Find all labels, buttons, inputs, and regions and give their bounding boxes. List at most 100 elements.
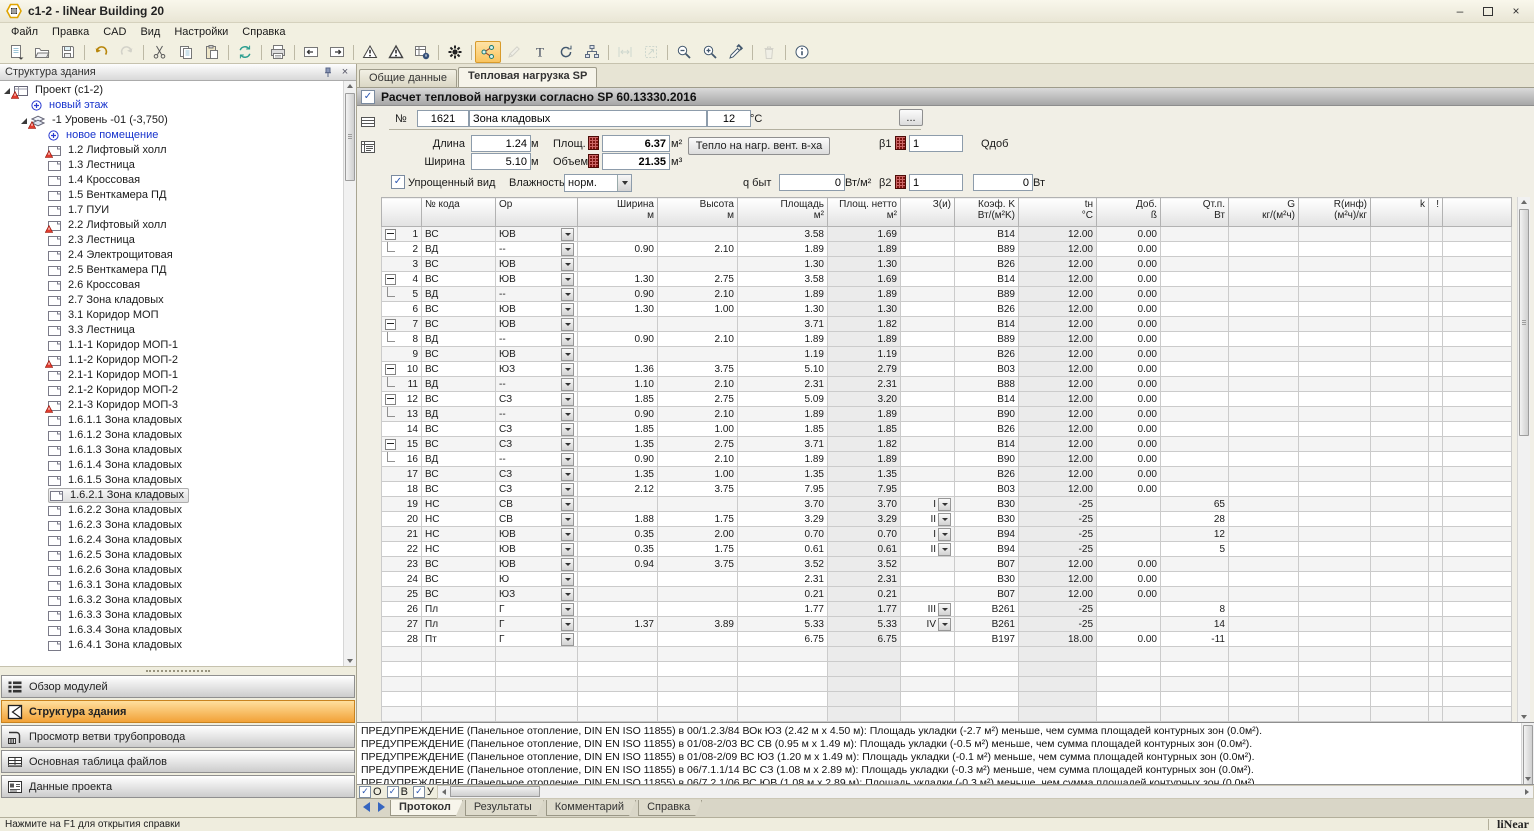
row-number-cell[interactable]: 15 — [382, 437, 422, 452]
table-row[interactable]: 27ПлГ1.373.895.335.33IVB261-2514 — [382, 617, 1512, 632]
value-cell[interactable]: B261 — [955, 617, 1019, 632]
tree-item-room[interactable]: 3.3 Лестница — [0, 323, 344, 338]
orientation-cell[interactable]: ЮВ — [496, 542, 578, 557]
value-cell[interactable]: B30 — [955, 497, 1019, 512]
row-number-cell[interactable]: 13 — [382, 407, 422, 422]
tree-item-room[interactable]: 1.6.1.1 Зона кладовых — [0, 413, 344, 428]
table-row[interactable]: 9ВСЮВ1.191.19B2612.000.00 — [382, 347, 1512, 362]
value-cell[interactable]: 2.75 — [658, 437, 738, 452]
tree-item-room[interactable]: 1.6.2.1 Зона кладовых — [0, 488, 344, 503]
collapse-row-icon[interactable] — [385, 439, 396, 450]
maximize-button[interactable] — [1480, 4, 1496, 18]
value-cell[interactable]: 0.00 — [1097, 452, 1161, 467]
log-scrollbar[interactable] — [1521, 723, 1534, 784]
value-cell[interactable]: 1.37 — [578, 617, 658, 632]
module-button-structure[interactable]: Структура здания — [1, 700, 355, 723]
zoom-out-button[interactable] — [671, 41, 697, 63]
value-cell[interactable]: 0.90 — [578, 407, 658, 422]
orientation-cell[interactable]: СЗ — [496, 437, 578, 452]
value-cell[interactable]: 0.00 — [1097, 437, 1161, 452]
value-cell[interactable]: 0.00 — [1097, 302, 1161, 317]
zone-cell[interactable] — [901, 587, 955, 602]
orientation-cell[interactable]: -- — [496, 452, 578, 467]
orientation-cell[interactable]: СЗ — [496, 392, 578, 407]
tree-item-project[interactable]: Проект (c1-2) — [0, 83, 344, 98]
filter-checkbox[interactable]: ✓ — [387, 786, 399, 798]
humidity-select[interactable]: норм. — [564, 174, 632, 192]
chevron-down-icon[interactable] — [938, 543, 951, 556]
tree-item-room[interactable]: 1.6.2.5 Зона кладовых — [0, 548, 344, 563]
value-cell[interactable]: -25 — [1019, 617, 1097, 632]
value-cell[interactable]: 1.85 — [738, 422, 828, 437]
scroll-right-icon[interactable] — [1521, 786, 1533, 798]
module-button-files-table[interactable]: Основная таблица файлов — [1, 750, 355, 773]
collapse-row-icon[interactable] — [385, 319, 396, 330]
value-cell[interactable] — [578, 497, 658, 512]
table-row[interactable]: 20НССВ1.881.753.293.29IIB30-2528 — [382, 512, 1512, 527]
orientation-cell[interactable]: СЗ — [496, 467, 578, 482]
form-view-icon[interactable] — [360, 139, 376, 155]
value-cell[interactable] — [658, 632, 738, 647]
value-cell[interactable] — [578, 572, 658, 587]
zone-cell[interactable] — [901, 347, 955, 362]
zoom-in-button[interactable] — [697, 41, 723, 63]
value-cell[interactable]: B14 — [955, 272, 1019, 287]
chevron-down-icon[interactable] — [561, 483, 574, 496]
table-view-icon[interactable] — [360, 114, 376, 130]
value-cell[interactable] — [1161, 452, 1229, 467]
value-cell[interactable]: 1.19 — [828, 347, 901, 362]
tree-item-room[interactable]: 1.6.1.3 Зона кладовых — [0, 443, 344, 458]
row-number-cell[interactable]: 18 — [382, 482, 422, 497]
value-cell[interactable]: 0.00 — [1097, 407, 1161, 422]
value-cell[interactable]: 7.95 — [738, 482, 828, 497]
chevron-down-icon[interactable] — [561, 543, 574, 556]
code-cell[interactable]: ВС — [422, 272, 496, 287]
value-cell[interactable]: 0.00 — [1097, 557, 1161, 572]
value-cell[interactable]: 1.75 — [658, 542, 738, 557]
table-row[interactable]: 14ВССЗ1.851.001.851.85B2612.000.00 — [382, 422, 1512, 437]
value-cell[interactable]: 2.31 — [828, 572, 901, 587]
text-tool-button[interactable]: T — [527, 41, 553, 63]
table-row-empty[interactable] — [382, 647, 1512, 662]
chevron-down-icon[interactable] — [561, 588, 574, 601]
value-cell[interactable]: 3.71 — [738, 317, 828, 332]
value-cell[interactable]: -25 — [1019, 527, 1097, 542]
orientation-cell[interactable]: СЗ — [496, 482, 578, 497]
value-cell[interactable] — [658, 317, 738, 332]
zone-cell[interactable] — [901, 362, 955, 377]
dock-left-button[interactable] — [298, 41, 324, 63]
table-row[interactable]: 25ВСЮЗ0.210.21B0712.000.00 — [382, 587, 1512, 602]
zone-cell[interactable] — [901, 287, 955, 302]
zone-cell[interactable] — [901, 482, 955, 497]
chevron-down-icon[interactable] — [561, 498, 574, 511]
orientation-cell[interactable]: -- — [496, 287, 578, 302]
value-cell[interactable]: 2.75 — [658, 392, 738, 407]
column-header[interactable]: R(инф)(м²ч)/кг — [1299, 198, 1371, 227]
zone-cell[interactable] — [901, 227, 955, 242]
value-cell[interactable]: 0.21 — [738, 587, 828, 602]
value-cell[interactable]: 2.12 — [578, 482, 658, 497]
area-calc-icon[interactable] — [588, 136, 599, 150]
value-cell[interactable]: B14 — [955, 227, 1019, 242]
value-cell[interactable] — [1161, 392, 1229, 407]
table-row[interactable]: 2ВД--0.902.101.891.89B8912.000.00 — [382, 242, 1512, 257]
value-cell[interactable]: 1.89 — [738, 452, 828, 467]
zone-cell[interactable] — [901, 452, 955, 467]
value-cell[interactable]: 1.75 — [658, 512, 738, 527]
chevron-down-icon[interactable] — [561, 438, 574, 451]
tree-item-room[interactable]: 2.1-1 Коридор МОП-1 — [0, 368, 344, 383]
log-filter-toggle[interactable]: ✓В — [387, 786, 408, 798]
value-cell[interactable] — [658, 572, 738, 587]
orientation-cell[interactable]: Ю — [496, 572, 578, 587]
tree-item-room[interactable]: 1.1-2 Коридор МОП-2 — [0, 353, 344, 368]
tree-item-room[interactable]: 3.1 Коридор МОП — [0, 308, 344, 323]
simplified-checkbox[interactable]: ✓ — [391, 175, 405, 189]
log-horizontal-scrollbar[interactable] — [437, 785, 1534, 799]
value-cell[interactable]: 1.10 — [578, 377, 658, 392]
value-cell[interactable]: B197 — [955, 632, 1019, 647]
chevron-down-icon[interactable] — [561, 378, 574, 391]
sync-button[interactable] — [232, 41, 258, 63]
undo-button[interactable] — [88, 41, 114, 63]
chevron-down-icon[interactable] — [561, 468, 574, 481]
value-cell[interactable]: 0.00 — [1097, 227, 1161, 242]
